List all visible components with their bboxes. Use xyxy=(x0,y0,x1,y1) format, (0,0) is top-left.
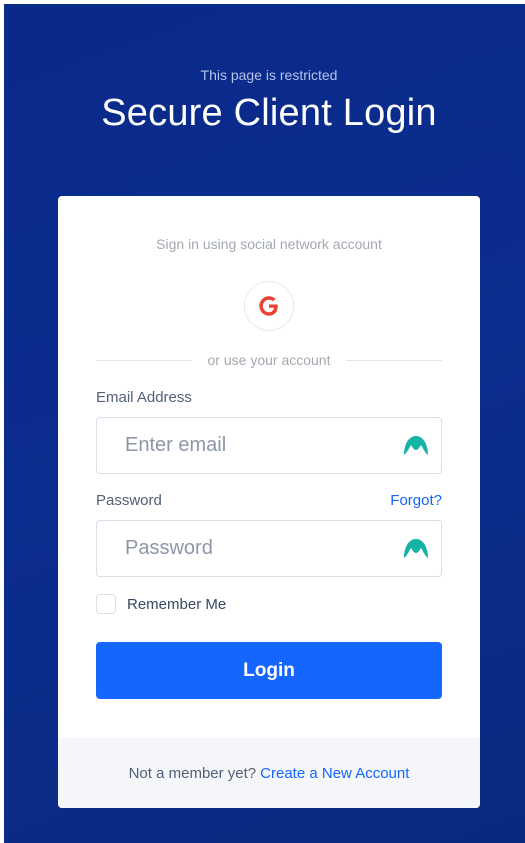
forgot-password-link[interactable]: Forgot? xyxy=(390,492,442,509)
password-manager-icon[interactable] xyxy=(403,434,429,456)
create-account-link[interactable]: Create a New Account xyxy=(260,765,409,782)
login-card: Sign in using social network account or … xyxy=(58,196,480,808)
password-label: Password xyxy=(96,492,162,509)
password-field-wrapper xyxy=(96,520,442,577)
login-button[interactable]: Login xyxy=(96,642,442,699)
social-login-caption: Sign in using social network account xyxy=(156,236,382,252)
password-field[interactable] xyxy=(97,521,387,576)
google-g-icon xyxy=(259,296,278,316)
remember-me-row: Remember Me xyxy=(96,593,226,615)
email-field-wrapper xyxy=(96,417,442,474)
divider: or use your account xyxy=(96,351,442,369)
restricted-notice: This page is restricted xyxy=(200,67,338,83)
google-login-button[interactable] xyxy=(244,281,294,331)
remember-me-label[interactable]: Remember Me xyxy=(127,596,226,613)
password-manager-icon[interactable] xyxy=(403,537,429,559)
divider-line-right xyxy=(346,360,442,361)
remember-me-checkbox[interactable] xyxy=(96,594,116,614)
footer-text: Not a member yet? xyxy=(128,764,257,782)
page-title: Secure Client Login xyxy=(101,92,437,134)
email-label: Email Address xyxy=(96,389,192,406)
email-field[interactable] xyxy=(97,418,387,473)
card-footer: Not a member yet? Create a New Account xyxy=(58,738,480,808)
